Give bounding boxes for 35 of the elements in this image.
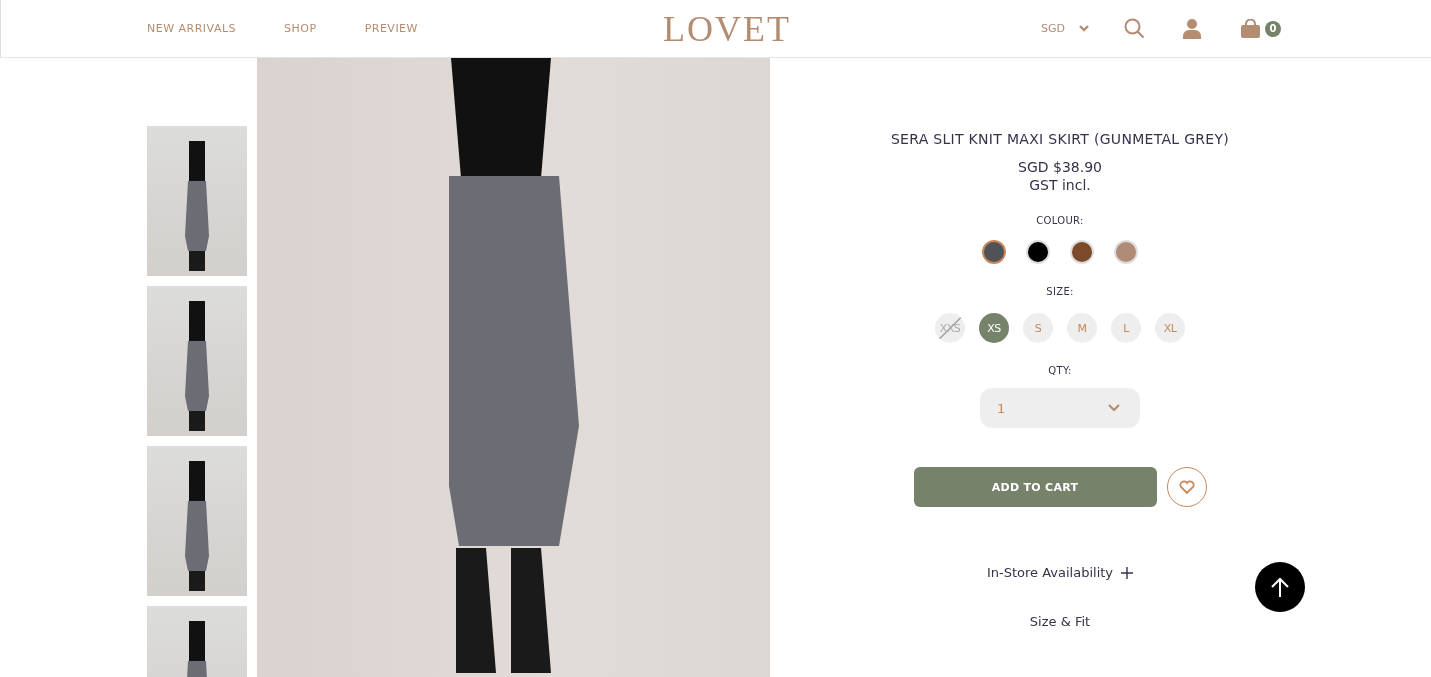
heart-icon: [1178, 480, 1195, 494]
back-to-top-button[interactable]: [1255, 562, 1305, 612]
product-thumbnail[interactable]: [147, 286, 247, 436]
size-option[interactable]: XS: [979, 313, 1009, 343]
size-label: SIZE:: [1046, 286, 1074, 297]
product-title: SERA SLIT KNIT MAXI SKIRT (GUNMETAL GREY): [890, 131, 1230, 147]
size-fit-toggle[interactable]: Size & Fit: [1029, 614, 1091, 629]
product-thumbnail[interactable]: [147, 126, 247, 276]
arrow-up-icon: [1271, 577, 1289, 597]
product-thumbnail[interactable]: [147, 446, 247, 596]
tax-note: GST incl.: [1029, 177, 1091, 193]
site-logo[interactable]: LOVET: [663, 8, 791, 50]
nav-link[interactable]: PREVIEW: [364, 22, 418, 35]
nav-link[interactable]: SHOP: [284, 22, 317, 35]
size-option[interactable]: S: [1023, 313, 1053, 343]
nav-link[interactable]: NEW ARRIVALS: [147, 22, 237, 35]
add-to-cart-button[interactable]: ADD TO CART: [913, 467, 1157, 507]
shopping-bag-icon[interactable]: [1241, 19, 1260, 38]
store-availability-toggle[interactable]: In-Store Availability: [986, 565, 1134, 580]
plus-icon: [1121, 566, 1134, 579]
colour-label: COLOUR:: [1036, 215, 1084, 226]
size-option[interactable]: M: [1067, 313, 1097, 343]
user-icon[interactable]: [1183, 18, 1201, 39]
wishlist-button[interactable]: [1166, 467, 1207, 507]
currency-selector[interactable]: SGD: [1041, 22, 1065, 35]
product-price: SGD $38.90: [1018, 159, 1102, 175]
size-option[interactable]: XL: [1155, 313, 1185, 343]
qty-label: QTY:: [1048, 365, 1072, 376]
chevron-down-icon[interactable]: [1079, 25, 1089, 32]
search-icon[interactable]: [1124, 18, 1145, 39]
chevron-down-icon: [1108, 404, 1120, 412]
cart-count-badge: 0: [1265, 20, 1281, 37]
colour-swatch[interactable]: [982, 240, 1006, 264]
size-option[interactable]: L: [1111, 313, 1141, 343]
quantity-select[interactable]: 1: [980, 388, 1140, 428]
